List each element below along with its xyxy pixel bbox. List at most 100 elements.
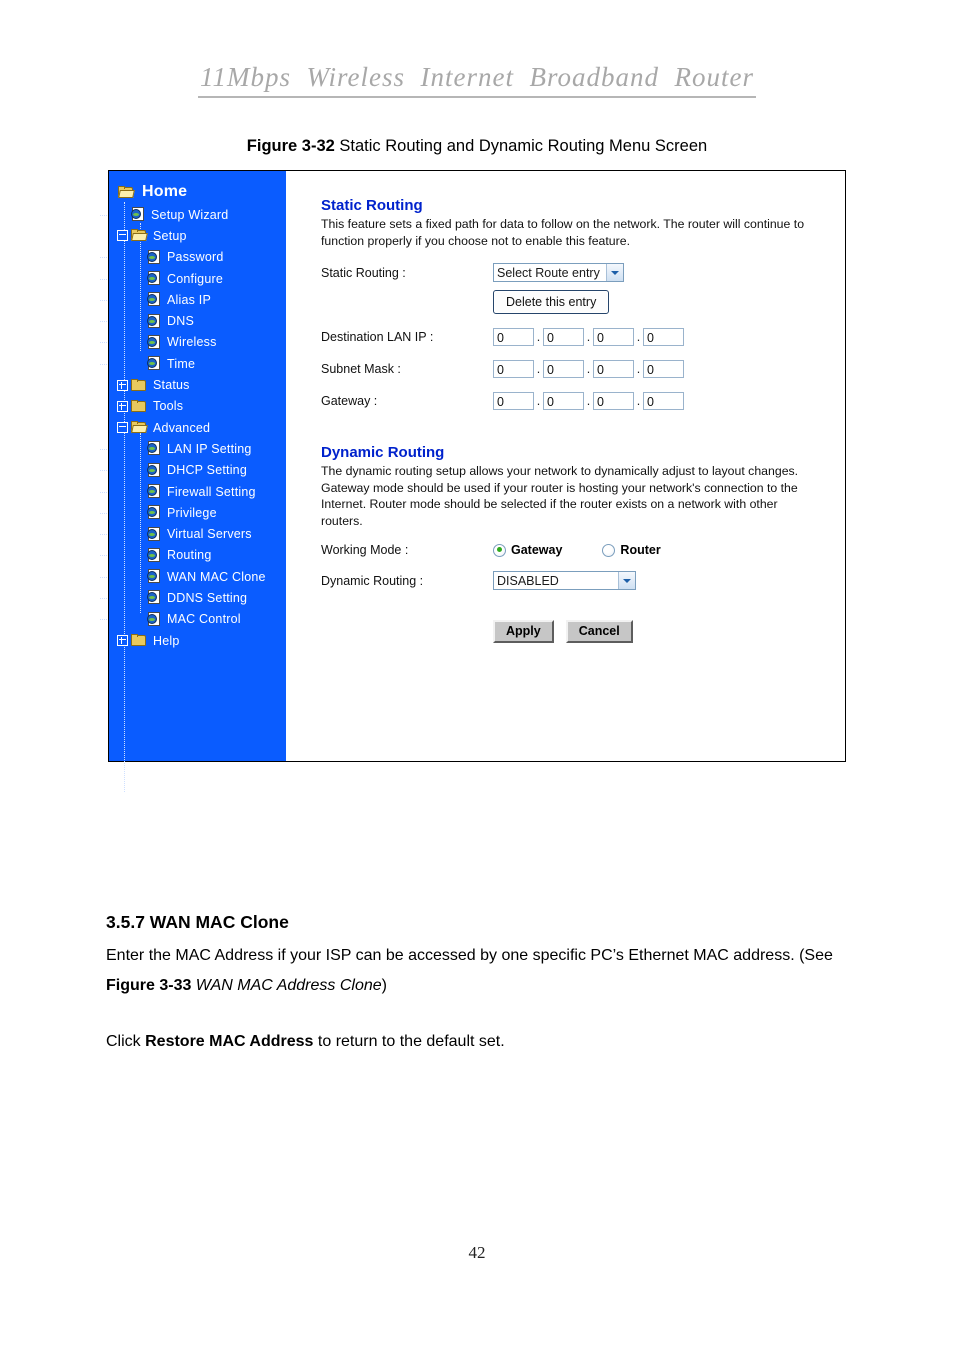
page-globe-icon <box>131 207 145 222</box>
octet-input[interactable]: 0 <box>543 360 584 378</box>
chevron-down-icon[interactable] <box>618 572 635 589</box>
sidebar-item-label: Routing <box>167 548 212 563</box>
octet-input[interactable]: 0 <box>543 328 584 346</box>
sidebar-item-dns[interactable]: DNS <box>100 310 286 331</box>
octet-separator: . <box>536 394 541 408</box>
navigation-sidebar: Home Setup Wizard Setup Password Configu… <box>100 171 286 792</box>
octet-input[interactable]: 0 <box>493 392 534 410</box>
sidebar-item-setup[interactable]: Setup <box>109 225 286 246</box>
octet-input[interactable]: 0 <box>643 360 684 378</box>
page-globe-icon <box>147 313 161 329</box>
sidebar-item-ddns-setting[interactable]: DDNS Setting <box>100 587 286 608</box>
page-globe-icon <box>147 569 161 584</box>
dynamic-routing-select[interactable]: DISABLED <box>493 571 636 590</box>
tree-connector <box>100 576 107 578</box>
sidebar-item-advanced[interactable]: Advanced <box>109 417 286 438</box>
radio-label: Router <box>620 543 661 557</box>
sidebar-item-virtual-servers[interactable]: Virtual Servers <box>100 523 286 544</box>
octet-separator: . <box>586 330 591 344</box>
paragraph-2-text-a: Click <box>106 1033 146 1050</box>
expand-plus-icon[interactable] <box>117 400 128 412</box>
static-routing-select-row: Static Routing : Select Route entry <box>321 263 845 282</box>
static-routing-select[interactable]: Select Route entry <box>493 263 624 282</box>
radio-option-gateway[interactable]: Gateway <box>493 543 562 557</box>
sidebar-item-label: Setup Wizard <box>151 207 229 222</box>
octet-input[interactable]: 0 <box>643 392 684 410</box>
radio-option-router[interactable]: Router <box>602 543 661 557</box>
dynamic-routing-select-value: DISABLED <box>497 573 559 588</box>
router-ui-screenshot: Home Setup Wizard Setup Password Configu… <box>100 170 846 792</box>
collapse-minus-icon[interactable] <box>117 422 128 434</box>
octet-input[interactable]: 0 <box>493 360 534 378</box>
folder-closed-icon <box>131 378 147 392</box>
sidebar-item-help[interactable]: Help <box>109 630 286 651</box>
tree-connector <box>100 470 107 472</box>
page-globe-icon <box>147 249 161 265</box>
apply-button[interactable]: Apply <box>493 620 554 643</box>
folder-closed-icon <box>131 399 147 413</box>
page-globe-icon <box>147 611 161 627</box>
sidebar-item-status[interactable]: Status <box>109 374 286 395</box>
sidebar-item-wan-mac-clone[interactable]: WAN MAC Clone <box>100 566 286 587</box>
tree-connector <box>100 619 107 621</box>
octet-input[interactable]: 0 <box>493 328 534 346</box>
sidebar-item-time[interactable]: Time <box>100 353 286 374</box>
octet-input[interactable]: 0 <box>543 392 584 410</box>
collapse-minus-icon[interactable] <box>117 230 128 242</box>
cancel-button[interactable]: Cancel <box>565 620 633 643</box>
octet-separator: . <box>536 330 541 344</box>
sidebar-item-label: Status <box>153 378 190 393</box>
sidebar-item-privilege[interactable]: Privilege <box>100 502 286 523</box>
sidebar-item-dhcp-setting[interactable]: DHCP Setting <box>100 460 286 481</box>
static-routing-select-value: Select Route entry <box>497 265 600 280</box>
dynamic-routing-select-label: Dynamic Routing : <box>321 573 424 588</box>
sidebar-item-label: Firewall Setting <box>167 484 256 499</box>
radio-unselected-icon[interactable] <box>602 543 616 557</box>
octet-input[interactable]: 0 <box>593 392 634 410</box>
tree-connector <box>100 257 107 259</box>
expand-plus-icon[interactable] <box>117 379 128 391</box>
sidebar-item-home[interactable]: Home <box>109 180 286 204</box>
static-routing-heading: Static Routing <box>321 197 423 214</box>
tree-connector <box>100 299 107 301</box>
sidebar-item-alias-ip[interactable]: Alias IP <box>100 289 286 310</box>
octet-separator: . <box>636 362 641 376</box>
sidebar-item-configure[interactable]: Configure <box>100 268 286 289</box>
sidebar-item-label: Password <box>167 250 224 265</box>
sidebar-item-mac-control[interactable]: MAC Control <box>100 609 286 630</box>
sidebar-item-label: Privilege <box>167 505 217 520</box>
tree-connector <box>100 491 107 493</box>
figure-reference: Figure 3-33 <box>106 977 192 994</box>
sidebar-item-label: Advanced <box>153 420 211 435</box>
document-title: 11Mbps Wireless Internet Broadband Route… <box>198 62 756 98</box>
folder-open-icon <box>131 229 148 242</box>
destination-lan-ip-input-group: 0 . 0 . 0 . 0 <box>493 328 684 346</box>
paragraph-1-text-c: ) <box>381 977 387 994</box>
expand-plus-icon[interactable] <box>117 635 128 647</box>
sidebar-item-routing[interactable]: Routing <box>100 545 286 566</box>
sidebar-item-label: Help <box>153 633 180 648</box>
working-mode-label: Working Mode : <box>321 543 409 557</box>
octet-input[interactable]: 0 <box>593 328 634 346</box>
sidebar-item-tools[interactable]: Tools <box>109 396 286 417</box>
sidebar-item-password[interactable]: Password <box>100 247 286 268</box>
delete-entry-row: Delete this entry <box>321 290 845 314</box>
paragraph-2: Click Restore MAC Address to return to t… <box>106 1027 848 1057</box>
delete-this-entry-button[interactable]: Delete this entry <box>493 290 610 314</box>
radio-selected-icon[interactable] <box>493 543 506 557</box>
chevron-down-icon[interactable] <box>606 264 623 281</box>
sidebar-item-setup-wizard[interactable]: Setup Wizard <box>100 204 286 225</box>
tree-connector <box>100 512 107 514</box>
sidebar-item-label: Home <box>142 183 188 200</box>
settings-panel: Static Routing This feature sets a fixed… <box>286 171 845 761</box>
sidebar-item-firewall-setting[interactable]: Firewall Setting <box>100 481 286 502</box>
page-globe-icon <box>147 526 161 542</box>
sidebar-item-label: Time <box>167 356 196 371</box>
subnet-mask-input-group: 0 . 0 . 0 . 0 <box>493 360 684 378</box>
octet-input[interactable]: 0 <box>593 360 634 378</box>
sidebar-item-label: LAN IP Setting <box>167 441 252 456</box>
octet-input[interactable]: 0 <box>643 328 684 346</box>
sidebar-item-wireless[interactable]: Wireless <box>100 332 286 353</box>
sidebar-item-lan-ip-setting[interactable]: LAN IP Setting <box>100 438 286 459</box>
paragraph-2-text-c: to return to the default set. <box>313 1033 505 1050</box>
